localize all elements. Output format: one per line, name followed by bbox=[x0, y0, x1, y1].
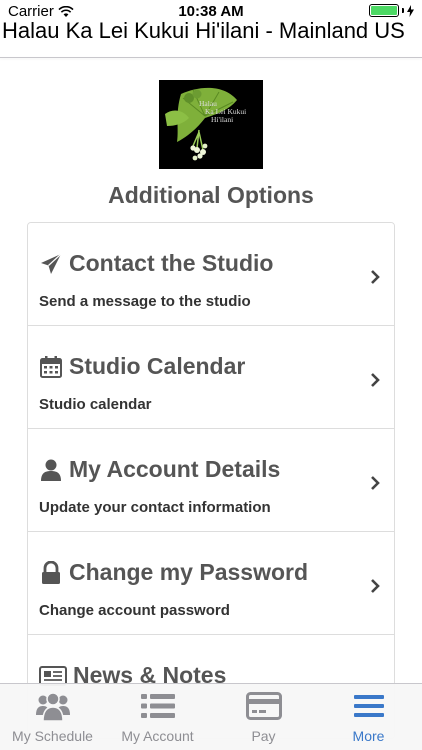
options-list: Contact the Studio Send a message to the… bbox=[27, 222, 395, 739]
kukui-leaf-image bbox=[165, 87, 237, 161]
option-account-details[interactable]: My Account Details Update your contact i… bbox=[28, 429, 394, 532]
status-bar: Carrier 10:38 AM bbox=[0, 0, 422, 20]
user-icon bbox=[41, 459, 61, 481]
paper-plane-icon bbox=[41, 253, 62, 274]
battery-indicator bbox=[369, 4, 414, 17]
chevron-right-icon bbox=[371, 373, 380, 387]
tab-more[interactable]: More bbox=[316, 684, 421, 750]
option-contact-studio[interactable]: Contact the Studio Send a message to the… bbox=[28, 223, 394, 326]
chevron-right-icon bbox=[371, 270, 380, 284]
tab-my-schedule[interactable]: My Schedule bbox=[0, 684, 105, 750]
tab-label: My Schedule bbox=[12, 728, 93, 744]
option-title: Studio Calendar bbox=[69, 353, 246, 379]
tab-my-account[interactable]: My Account bbox=[105, 684, 210, 750]
tab-label: More bbox=[352, 728, 385, 744]
charging-bolt-icon bbox=[407, 4, 414, 17]
option-title: Contact the Studio bbox=[69, 250, 274, 276]
group-icon bbox=[35, 692, 70, 721]
tab-label: Pay bbox=[251, 728, 276, 744]
option-title: My Account Details bbox=[69, 456, 281, 482]
list-icon bbox=[140, 694, 175, 718]
chevron-right-icon bbox=[371, 579, 380, 593]
option-subtitle: Studio calendar bbox=[39, 396, 152, 413]
menu-icon bbox=[353, 695, 384, 717]
option-subtitle: Send a message to the studio bbox=[39, 293, 251, 310]
battery-icon bbox=[369, 4, 399, 17]
option-subtitle: Update your contact information bbox=[39, 499, 271, 516]
nav-divider bbox=[0, 57, 422, 58]
tab-pay[interactable]: Pay bbox=[211, 684, 316, 750]
tab-bar: My Schedule My Account Pay More bbox=[0, 683, 422, 750]
calendar-icon bbox=[40, 355, 62, 378]
credit-card-icon bbox=[245, 692, 282, 720]
studio-logo: Halau Ka Lei Kukui Hi'ilani bbox=[159, 80, 263, 169]
option-title: Change my Password bbox=[69, 559, 309, 585]
nav-title: Halau Ka Lei Kukui Hi'ilani - Mainland U… bbox=[2, 18, 405, 43]
page-heading: Additional Options bbox=[108, 182, 314, 208]
tab-label: My Account bbox=[121, 728, 194, 744]
option-subtitle: Change account password bbox=[39, 602, 230, 619]
lock-icon bbox=[42, 560, 60, 584]
option-studio-calendar[interactable]: Studio Calendar Studio calendar bbox=[28, 326, 394, 429]
chevron-right-icon bbox=[371, 476, 380, 490]
logo-text: Halau Ka Lei Kukui Hi'ilani bbox=[199, 99, 247, 124]
option-change-password[interactable]: Change my Password Change account passwo… bbox=[28, 532, 394, 635]
